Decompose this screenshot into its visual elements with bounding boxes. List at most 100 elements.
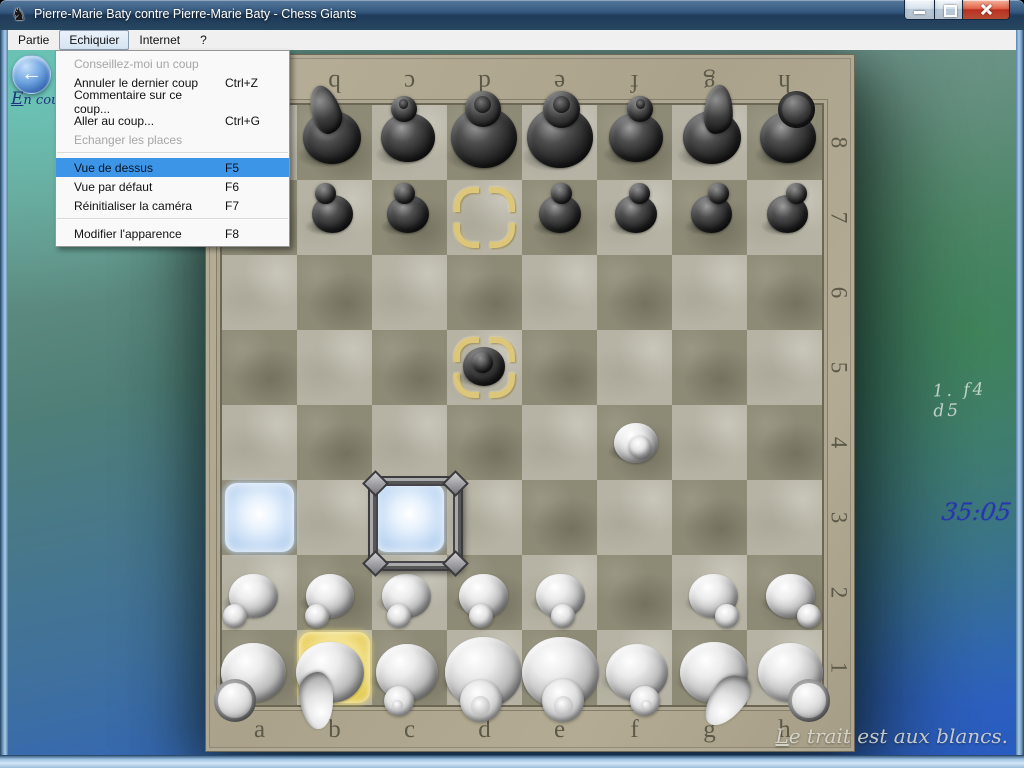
menu-item-label: Conseillez-moi un coup <box>74 57 199 71</box>
menu-item-shortcut: F5 <box>225 161 275 175</box>
menu-item-label: Vue par défaut <box>74 180 152 194</box>
minimize-icon <box>914 11 925 14</box>
file-label-f: f <box>597 708 672 750</box>
menu-item-7[interactable]: Vue par défaut F6 <box>56 177 289 196</box>
gold-bracket-icon <box>454 187 479 212</box>
piece-head <box>315 183 336 204</box>
app-window: ♞ Pierre-Marie Baty contre Pierre-Marie … <box>0 0 1024 768</box>
game-status-label: En cou <box>11 89 59 109</box>
rank-labels-right: 87654321 <box>824 105 854 705</box>
caption-buttons <box>904 0 1010 20</box>
square-h4[interactable] <box>747 405 822 480</box>
piece-finial <box>553 96 570 113</box>
piece-finial <box>554 696 574 716</box>
maximize-button[interactable] <box>935 0 963 20</box>
square-f5[interactable] <box>597 330 672 405</box>
window-border-right <box>1016 30 1024 755</box>
square-e3[interactable] <box>522 480 597 555</box>
menu-item-shortcut: F7 <box>225 199 275 213</box>
menu-separator <box>57 218 288 220</box>
board-grid <box>222 105 822 705</box>
square-h3[interactable] <box>747 480 822 555</box>
menu-item-2[interactable]: Commentaire sur ce coup... <box>56 92 289 111</box>
piece-head <box>786 183 807 204</box>
hover-frame-c3[interactable] <box>370 478 461 569</box>
menu-item-shortcut: Ctrl+G <box>225 114 275 128</box>
window-title: Pierre-Marie Baty contre Pierre-Marie Ba… <box>34 7 356 21</box>
menu-item-6[interactable]: Vue de dessus F5 <box>56 158 289 177</box>
highlight-target-a3[interactable] <box>225 483 294 552</box>
file-label-c: c <box>372 708 447 750</box>
menubar-item-echiquier[interactable]: Echiquier <box>59 30 129 50</box>
piece-head <box>394 183 415 204</box>
menubar-item-internet[interactable]: Internet <box>129 30 190 50</box>
window-border-bottom <box>0 755 1024 768</box>
square-e5[interactable] <box>522 330 597 405</box>
square-d4[interactable] <box>447 405 522 480</box>
piece-head <box>778 91 815 128</box>
menu-item-shortcut: F8 <box>225 227 275 241</box>
square-b6[interactable] <box>297 255 372 330</box>
square-b3[interactable] <box>297 480 372 555</box>
menu-bar: PartieEchiquierInternet? <box>8 30 1016 51</box>
menubar-item-partie[interactable]: Partie <box>8 30 59 50</box>
square-a5[interactable] <box>222 330 297 405</box>
menu-item-label: Réinitialiser la caméra <box>74 199 192 213</box>
square-h5[interactable] <box>747 330 822 405</box>
menu-item-0[interactable]: Conseillez-moi un coup <box>56 54 289 73</box>
square-d6[interactable] <box>447 255 522 330</box>
square-e6[interactable] <box>522 255 597 330</box>
square-c5[interactable] <box>372 330 447 405</box>
window-border-left <box>0 30 8 755</box>
menu-item-label: Aller au coup... <box>74 114 154 128</box>
move-from-marker-d7 <box>447 180 522 255</box>
square-g6[interactable] <box>672 255 747 330</box>
app-icon: ♞ <box>9 5 29 25</box>
menubar-item-?[interactable]: ? <box>190 30 217 50</box>
menu-item-label: Modifier l'apparence <box>74 227 182 241</box>
square-f6[interactable] <box>597 255 672 330</box>
menu-item-4[interactable]: Echanger les places <box>56 130 289 149</box>
square-g5[interactable] <box>672 330 747 405</box>
move-list: 1. f4 d5 <box>932 379 1016 422</box>
menu-item-8[interactable]: Réinitialiser la caméra F7 <box>56 196 289 215</box>
gold-bracket-icon <box>490 187 515 212</box>
piece-finial <box>474 96 491 113</box>
menu-item-label: Vue de dessus <box>74 161 153 175</box>
gold-bracket-icon <box>490 223 515 248</box>
menu-item-label: Commentaire sur ce coup... <box>74 88 215 116</box>
square-c4[interactable] <box>372 405 447 480</box>
square-b5[interactable] <box>297 330 372 405</box>
piece-head <box>708 183 729 204</box>
close-button[interactable] <box>963 0 1010 20</box>
square-g3[interactable] <box>672 480 747 555</box>
piece-head <box>629 183 650 204</box>
menu-item-shortcut: F6 <box>225 180 275 194</box>
close-icon <box>980 3 993 16</box>
gold-bracket-icon <box>454 223 479 248</box>
dropdown-menu: Conseillez-moi un coupAnnuler le dernier… <box>55 50 290 247</box>
menu-item-shortcut: Ctrl+Z <box>225 76 275 90</box>
menu-item-10[interactable]: Modifier l'apparence F8 <box>56 224 289 243</box>
piece-head <box>551 183 572 204</box>
piece-head <box>629 436 651 458</box>
square-c6[interactable] <box>372 255 447 330</box>
square-a4[interactable] <box>222 405 297 480</box>
chess-board: abcdefgh abcdefgh 87654321 <box>205 54 855 752</box>
piece-finial <box>471 696 491 716</box>
square-a6[interactable] <box>222 255 297 330</box>
minimize-button[interactable] <box>904 0 935 20</box>
square-g4[interactable] <box>672 405 747 480</box>
square-f2[interactable] <box>597 555 672 630</box>
square-f3[interactable] <box>597 480 672 555</box>
piece-head <box>788 679 831 722</box>
game-clock: 35:05 <box>940 498 1013 526</box>
maximize-icon <box>944 5 957 17</box>
square-e4[interactable] <box>522 405 597 480</box>
turn-message: Le trait est aux blancs. <box>775 724 1008 748</box>
menu-item-label: Echanger les places <box>74 133 182 147</box>
menu-separator <box>57 152 288 154</box>
square-b4[interactable] <box>297 405 372 480</box>
title-bar[interactable]: ♞ Pierre-Marie Baty contre Pierre-Marie … <box>0 0 1024 31</box>
square-h6[interactable] <box>747 255 822 330</box>
